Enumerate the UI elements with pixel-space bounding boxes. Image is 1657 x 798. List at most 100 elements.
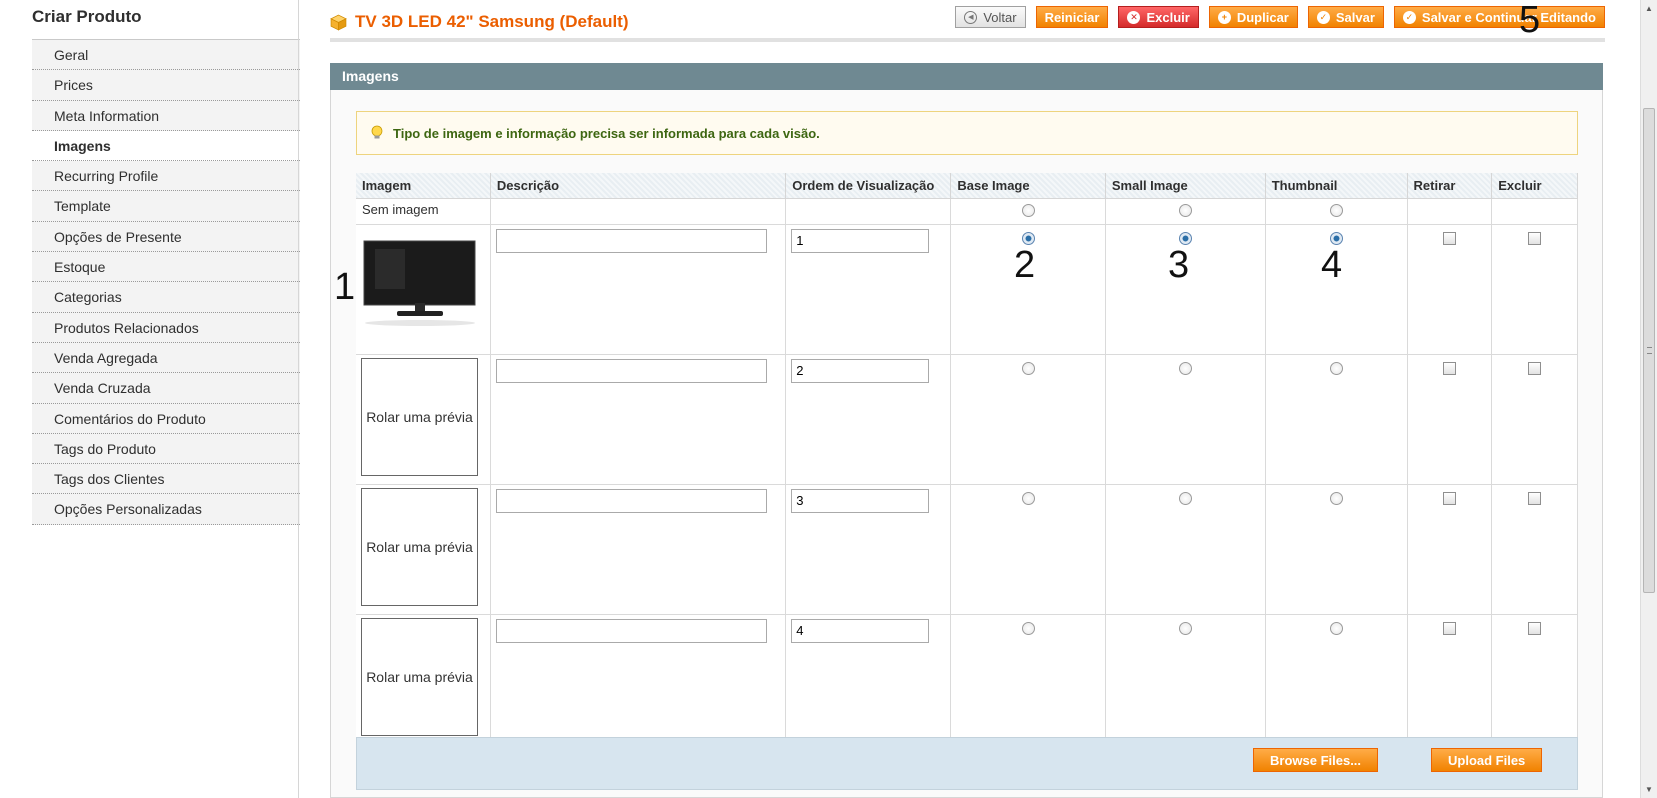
image-cell: Rolar uma prévia xyxy=(356,354,491,485)
base-image-radio[interactable] xyxy=(1021,621,1035,635)
order-input[interactable] xyxy=(791,358,930,383)
remove-checkbox[interactable] xyxy=(1442,231,1456,245)
sidebar-item-opcoes-presente[interactable]: Opções de Presente xyxy=(32,221,300,253)
empty-cell xyxy=(785,198,952,225)
reset-button-label: Reiniciar xyxy=(1044,9,1100,25)
empty-cell xyxy=(1407,198,1493,225)
notice-text: Tipo de imagem e informação precisa ser … xyxy=(393,125,820,141)
thumbnail-radio[interactable] xyxy=(1329,361,1343,375)
notice-box: Tipo de imagem e informação precisa ser … xyxy=(356,111,1578,155)
sidebar-item-venda-agregada[interactable]: Venda Agregada xyxy=(32,342,300,374)
delete-checkbox[interactable] xyxy=(1528,361,1542,375)
small-image-radio[interactable] xyxy=(1178,491,1192,505)
save-continue-button[interactable]: ✓ Salvar e Continuar Editando xyxy=(1393,6,1605,28)
thumbnail-radio[interactable] xyxy=(1329,231,1343,245)
base-image-radio[interactable] xyxy=(1021,491,1035,505)
table-row xyxy=(356,224,1578,355)
sidebar-item-venda-cruzada[interactable]: Venda Cruzada xyxy=(32,373,300,404)
vertical-scrollbar[interactable]: ▲ ▼ xyxy=(1640,0,1657,798)
small-image-radio[interactable] xyxy=(1178,621,1192,635)
sidebar-title: Criar Produto xyxy=(32,0,300,40)
annotation-1: 1 xyxy=(334,266,356,308)
thumbnail-radio[interactable] xyxy=(1329,621,1343,635)
base-image-radio[interactable] xyxy=(1021,231,1035,245)
delete-checkbox[interactable] xyxy=(1528,491,1542,505)
upload-files-button[interactable]: Upload Files xyxy=(1431,748,1543,772)
radio-cell xyxy=(1265,198,1408,225)
save-continue-button-label: Salvar e Continuar Editando xyxy=(1421,9,1596,25)
sidebar-item-estoque[interactable]: Estoque xyxy=(32,252,300,283)
order-input[interactable] xyxy=(791,618,930,643)
remove-checkbox[interactable] xyxy=(1442,491,1456,505)
sidebar-item-categorias[interactable]: Categorias xyxy=(32,282,300,313)
scroll-up-icon[interactable]: ▲ xyxy=(1641,0,1657,17)
delete-x-icon: ✕ xyxy=(1127,10,1141,24)
annotation-2: 2 xyxy=(1014,244,1036,286)
delete-checkbox[interactable] xyxy=(1528,621,1542,635)
delete-button[interactable]: ✕ Excluir xyxy=(1118,6,1199,28)
description-input[interactable] xyxy=(495,618,767,643)
scroll-down-icon[interactable]: ▼ xyxy=(1641,781,1657,798)
sidebar-item-prices[interactable]: Prices xyxy=(32,70,300,101)
thumbnail-radio-none[interactable] xyxy=(1329,203,1343,217)
radio-cell xyxy=(950,614,1106,745)
table-row: Rolar uma prévia xyxy=(356,354,1578,485)
browse-files-button[interactable]: Browse Files... xyxy=(1253,748,1379,772)
back-arrow-icon: ◀ xyxy=(964,10,978,24)
sidebar-item-recurring-profile[interactable]: Recurring Profile xyxy=(32,161,300,192)
action-buttons: ◀ Voltar Reiniciar ✕ Excluir + Duplicar ✓ Sa… xyxy=(955,6,1605,28)
order-cell xyxy=(785,354,952,485)
description-input[interactable] xyxy=(495,488,767,513)
table-row: Rolar uma prévia xyxy=(356,614,1578,745)
base-image-radio[interactable] xyxy=(1021,361,1035,375)
sidebar-item-opcoes-personalizadas[interactable]: Opções Personalizadas xyxy=(32,494,300,525)
reset-button[interactable]: Reiniciar xyxy=(1035,6,1109,28)
annotation-3: 3 xyxy=(1168,244,1190,286)
base-image-radio-none[interactable] xyxy=(1021,203,1035,217)
sidebar-item-comentarios[interactable]: Comentários do Produto xyxy=(32,403,300,434)
delete-checkbox[interactable] xyxy=(1528,231,1542,245)
radio-cell xyxy=(950,354,1106,485)
table-header-row: Imagem Descrição Ordem de Visualização B… xyxy=(356,173,1578,199)
order-input[interactable] xyxy=(791,488,930,513)
scrollbar-thumb[interactable] xyxy=(1643,108,1655,593)
save-button[interactable]: ✓ Salvar xyxy=(1307,6,1384,28)
small-image-radio-none[interactable] xyxy=(1178,203,1192,217)
small-image-radio[interactable] xyxy=(1178,231,1192,245)
radio-cell xyxy=(1105,198,1266,225)
description-cell xyxy=(490,354,787,485)
images-panel: Imagens Tipo de imagem e informação prec… xyxy=(330,63,1603,798)
col-delete: Excluir xyxy=(1491,173,1578,199)
product-box-icon xyxy=(330,14,347,31)
page-title-wrap: TV 3D LED 42" Samsung (Default) xyxy=(330,12,629,32)
sidebar-item-geral[interactable]: Geral xyxy=(32,40,300,71)
sidebar-item-tags-clientes[interactable]: Tags dos Clientes xyxy=(32,464,300,495)
image-cell: Rolar uma prévia xyxy=(356,614,491,745)
remove-checkbox[interactable] xyxy=(1442,361,1456,375)
order-input[interactable] xyxy=(791,228,930,253)
sidebar-item-produtos-relacionados[interactable]: Produtos Relacionados xyxy=(32,312,300,343)
duplicate-button-label: Duplicar xyxy=(1236,9,1289,25)
thumbnail-radio[interactable] xyxy=(1329,491,1343,505)
checkbox-cell xyxy=(1491,614,1578,745)
sidebar-item-template[interactable]: Template xyxy=(32,191,300,222)
order-cell xyxy=(785,224,952,355)
checkbox-cell xyxy=(1407,484,1493,615)
annotation-4: 4 xyxy=(1321,244,1343,286)
back-button[interactable]: ◀ Voltar xyxy=(955,6,1026,28)
small-image-radio[interactable] xyxy=(1178,361,1192,375)
description-input[interactable] xyxy=(495,228,767,253)
image-cell xyxy=(356,224,491,355)
images-table: Imagem Descrição Ordem de Visualização B… xyxy=(356,173,1578,745)
sidebar-item-imagens[interactable]: Imagens xyxy=(32,130,300,162)
remove-checkbox[interactable] xyxy=(1442,621,1456,635)
duplicate-button[interactable]: + Duplicar xyxy=(1208,6,1298,28)
image-preview-placeholder: Rolar uma prévia xyxy=(361,487,478,606)
col-order: Ordem de Visualização xyxy=(785,173,952,199)
sidebar-item-meta-information[interactable]: Meta Information xyxy=(32,100,300,131)
page-title: TV 3D LED 42" Samsung (Default) xyxy=(355,12,629,31)
sidebar-item-tags-produto[interactable]: Tags do Produto xyxy=(32,433,300,465)
description-input[interactable] xyxy=(495,358,767,383)
panel-title: Imagens xyxy=(330,63,1603,90)
image-cell: Rolar uma prévia xyxy=(356,484,491,615)
